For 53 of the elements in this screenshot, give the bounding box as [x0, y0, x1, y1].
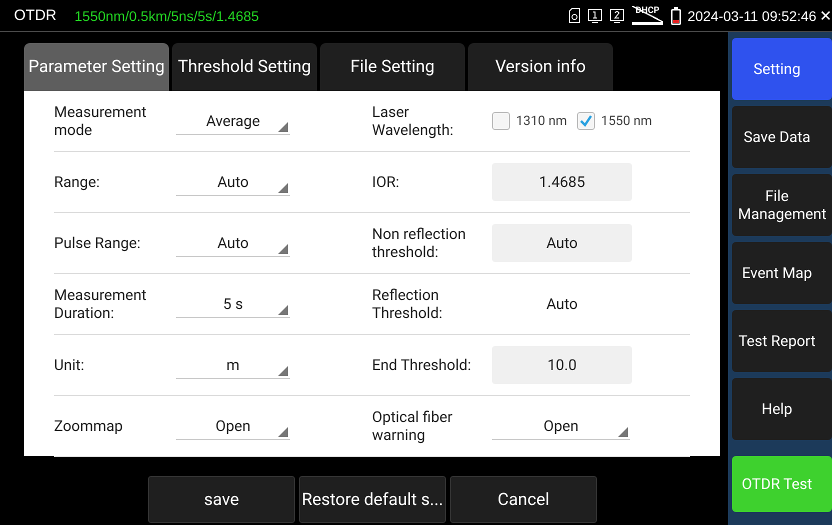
setting-label: Optical fiber warning — [372, 408, 454, 444]
setting-label: IOR: — [372, 173, 400, 191]
value-text: Auto — [545, 295, 579, 313]
dropdown-arrow-icon — [278, 183, 288, 193]
test-summary: 1550nm/0.5km/5ns/5s/1.4685 — [74, 8, 259, 24]
action-button[interactable]: save — [148, 476, 295, 523]
input-field[interactable]: Auto — [492, 224, 632, 262]
setting-label: Reflection Threshold: — [372, 286, 444, 322]
setting-label: Pulse Range: — [54, 234, 142, 252]
dropdown-arrow-icon — [278, 244, 288, 254]
tab[interactable]: Threshold Setting — [172, 43, 317, 91]
dropdown[interactable]: m — [176, 351, 290, 379]
dropdown-arrow-icon — [278, 122, 288, 132]
tab[interactable]: File Setting — [320, 43, 465, 91]
dropdown-arrow-icon — [278, 427, 288, 437]
sidebar-button[interactable]: Help — [732, 378, 832, 440]
setting-label: Laser Wavelength: — [372, 103, 454, 139]
input-field[interactable]: 10.0 — [492, 346, 632, 384]
dropdown[interactable]: Open — [176, 412, 290, 440]
sidebar-button[interactable]: File Management — [732, 174, 832, 236]
app-title: OTDR — [14, 7, 56, 24]
dropdown-arrow-icon — [278, 305, 288, 315]
setting-label: Measurement mode — [54, 103, 148, 139]
checkbox[interactable] — [577, 112, 596, 130]
dropdown-arrow-icon — [278, 366, 288, 376]
sd-card-icon — [568, 8, 580, 23]
close-icon[interactable]: ✕ — [819, 6, 832, 24]
input-field[interactable]: 1.4685 — [492, 163, 632, 201]
tab[interactable]: Version info — [468, 43, 613, 91]
sidebar-button[interactable]: Save Data — [732, 106, 832, 168]
sidebar-button[interactable]: Test Report — [732, 310, 832, 372]
checkbox-label: 1310 nm — [516, 114, 568, 128]
dropdown[interactable]: 5 s — [176, 290, 290, 318]
date-time: 2024-03-11 09:52:46 — [687, 8, 816, 24]
setting-label: Measurement Duration: — [54, 286, 148, 322]
setting-label: End Threshold: — [372, 356, 472, 374]
setting-label: Non reflection threshold: — [372, 225, 467, 261]
dropdown-arrow-icon — [618, 427, 628, 437]
checkbox-label: 1550 nm — [601, 114, 652, 128]
dropdown[interactable]: Average — [176, 107, 290, 135]
checkbox[interactable] — [492, 112, 510, 130]
dropdown[interactable]: Auto — [176, 168, 290, 196]
setting-label: Unit: — [54, 356, 86, 374]
battery-icon — [671, 6, 682, 24]
dropdown[interactable]: Auto — [176, 229, 290, 257]
setting-label: Range: — [54, 173, 101, 191]
action-button[interactable]: Restore default s... — [299, 476, 446, 523]
dropdown[interactable]: Open — [492, 412, 630, 440]
action-button[interactable]: Cancel — [450, 476, 597, 523]
sidebar-button[interactable]: Setting — [732, 38, 832, 100]
sidebar-button[interactable]: Event Map — [732, 242, 832, 304]
tab[interactable]: Parameter Setting — [24, 43, 169, 91]
setting-label: Zoommap — [54, 417, 124, 435]
